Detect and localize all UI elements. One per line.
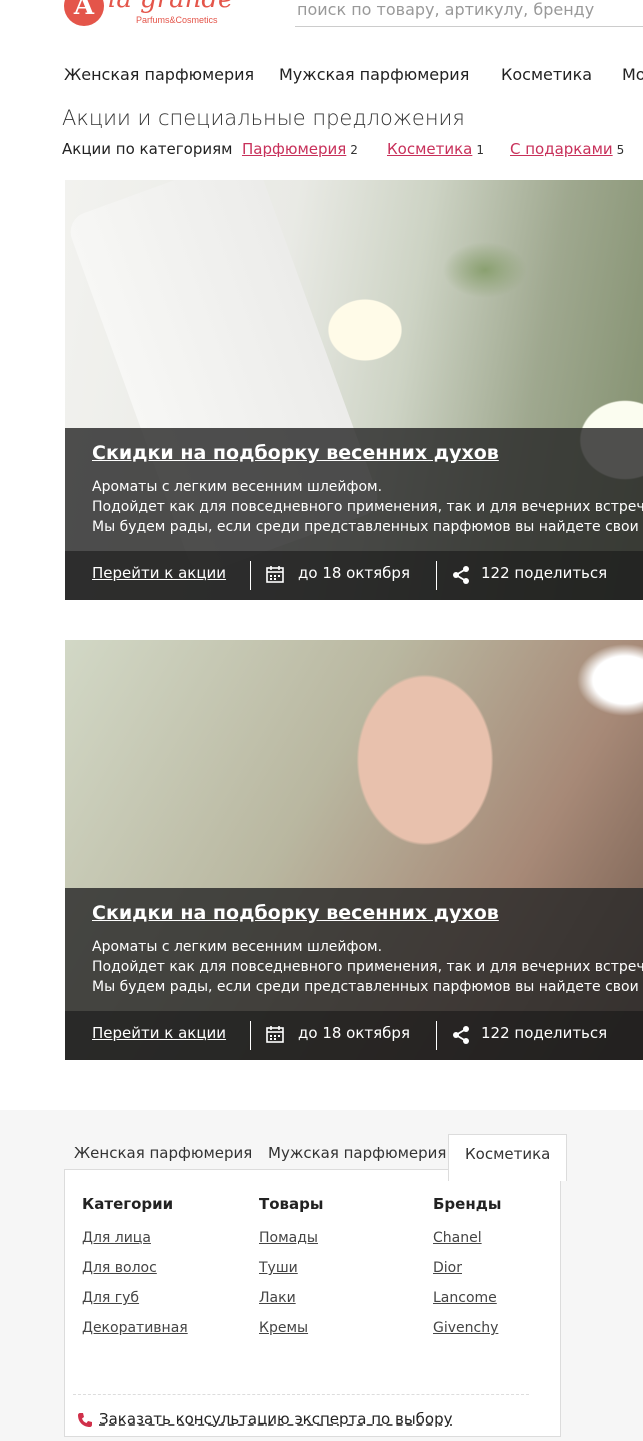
menu-link[interactable]: Для волос [82,1253,188,1283]
catalog-menu: Категории Для лица Для волос Для губ Дек… [64,1169,561,1437]
filter-gifts[interactable]: С подарками 5 [510,140,624,158]
page-title: Акции и специальные предложения [62,106,465,130]
nav-item-cosmetics[interactable]: Косметика [501,65,592,84]
logo[interactable]: A la grande Parfums&Cosmetics [64,0,234,36]
menu-link[interactable]: Туши [259,1253,323,1283]
calendar-icon [266,1026,284,1043]
promo-date: до 18 октября [298,1024,410,1042]
nav-item-women[interactable]: Женская парфюмерия [64,65,254,84]
filter-cosmetics[interactable]: Косметика 1 [387,140,484,158]
column-brands: Бренды Chanel Dior Lancome Givenchy [433,1195,501,1343]
search-input[interactable]: поиск по товару, артикулу, бренду [295,0,643,27]
promo-title[interactable]: Скидки на подборку весенних духов [92,902,499,924]
menu-link[interactable]: Для лица [82,1223,188,1253]
menu-link[interactable]: Декоративная [82,1313,188,1343]
menu-link[interactable]: Лаки [259,1283,323,1313]
phone-icon [78,1413,92,1427]
promo-desc-line: Подойдет как для повседневного применени… [92,959,643,975]
consultation-text[interactable]: Заказать консультацию эксперта по выбору [99,1410,453,1428]
divider [73,1394,529,1395]
share-icon[interactable] [452,565,470,585]
menu-link[interactable]: Lancome [433,1283,501,1313]
filter-count: 2 [350,143,358,157]
divider [436,1021,437,1050]
promo-date: до 18 октября [298,564,410,582]
promo-desc-line: Подойдет как для повседневного применени… [92,499,643,515]
menu-link[interactable]: Кремы [259,1313,323,1343]
column-categories: Категории Для лица Для волос Для губ Дек… [82,1195,188,1343]
menu-link[interactable]: Chanel [433,1223,501,1253]
nav-item-men[interactable]: Мужская парфюмерия [279,65,469,84]
menu-link[interactable]: Dior [433,1253,501,1283]
nav-item-more[interactable]: Мо [622,65,643,84]
column-heading: Категории [82,1195,174,1213]
promo-desc-line: Ароматы с легким весенним шлейфом. [92,939,383,955]
promo-title[interactable]: Скидки на подборку весенних духов [92,442,499,464]
divider [250,1021,251,1050]
promo-overlay: Скидки на подборку весенних духов Аромат… [65,888,643,1060]
promo-card: Скидки на подборку весенних духов Аромат… [65,180,643,600]
logo-subtitle: Parfums&Cosmetics [136,15,218,25]
column-heading: Товары [259,1195,324,1213]
filter-label[interactable]: Парфюмерия [242,140,346,158]
promo-description: Ароматы с легким весенним шлейфом. Подой… [92,937,643,997]
filter-perfume[interactable]: Парфюмерия 2 [242,140,358,158]
promo-description: Ароматы с легким весенним шлейфом. Подой… [92,477,643,537]
promo-overlay: Скидки на подборку весенних духов Аромат… [65,428,643,600]
filter-count: 5 [616,143,625,157]
footer-catalog: Женская парфюмерия Мужская парфюмерия Ко… [0,1110,643,1441]
column-heading: Бренды [433,1195,502,1213]
promo-share[interactable]: 122 поделиться [481,564,607,582]
filter-count: 1 [476,143,484,157]
promo-link[interactable]: Перейти к акции [92,1024,226,1042]
promo-actions: Перейти к акции до 18 октября 122 подели… [65,551,643,600]
promo-desc-line: Ароматы с легким весенним шлейфом. [92,479,383,495]
promo-desc-line: Мы будем рады, если среди представленных… [92,519,643,535]
filter-label[interactable]: Косметика [387,140,472,158]
promo-share[interactable]: 122 поделиться [481,1024,607,1042]
tab-cosmetics[interactable]: Косметика [448,1134,568,1181]
promo-link[interactable]: Перейти к акции [92,564,226,582]
promo-desc-line: Мы будем рады, если среди представленных… [92,979,643,995]
calendar-icon [266,566,284,583]
promo-card: Скидки на подборку весенних духов Аромат… [65,640,643,1060]
menu-link[interactable]: Для губ [82,1283,188,1313]
filter-label[interactable]: С подарками [510,140,613,158]
promo-actions: Перейти к акции до 18 октября 122 подели… [65,1011,643,1060]
divider [436,561,437,590]
menu-link[interactable]: Givenchy [433,1313,501,1343]
column-products: Товары Помады Туши Лаки Кремы [259,1195,323,1343]
divider [250,561,251,590]
share-icon[interactable] [452,1025,470,1045]
logo-name: la grande [108,0,233,14]
search-placeholder: поиск по товару, артикулу, бренду [297,0,595,19]
menu-link[interactable]: Помады [259,1223,323,1253]
logo-mark: A [64,0,104,26]
filters-label: Акции по категориям [62,140,233,158]
